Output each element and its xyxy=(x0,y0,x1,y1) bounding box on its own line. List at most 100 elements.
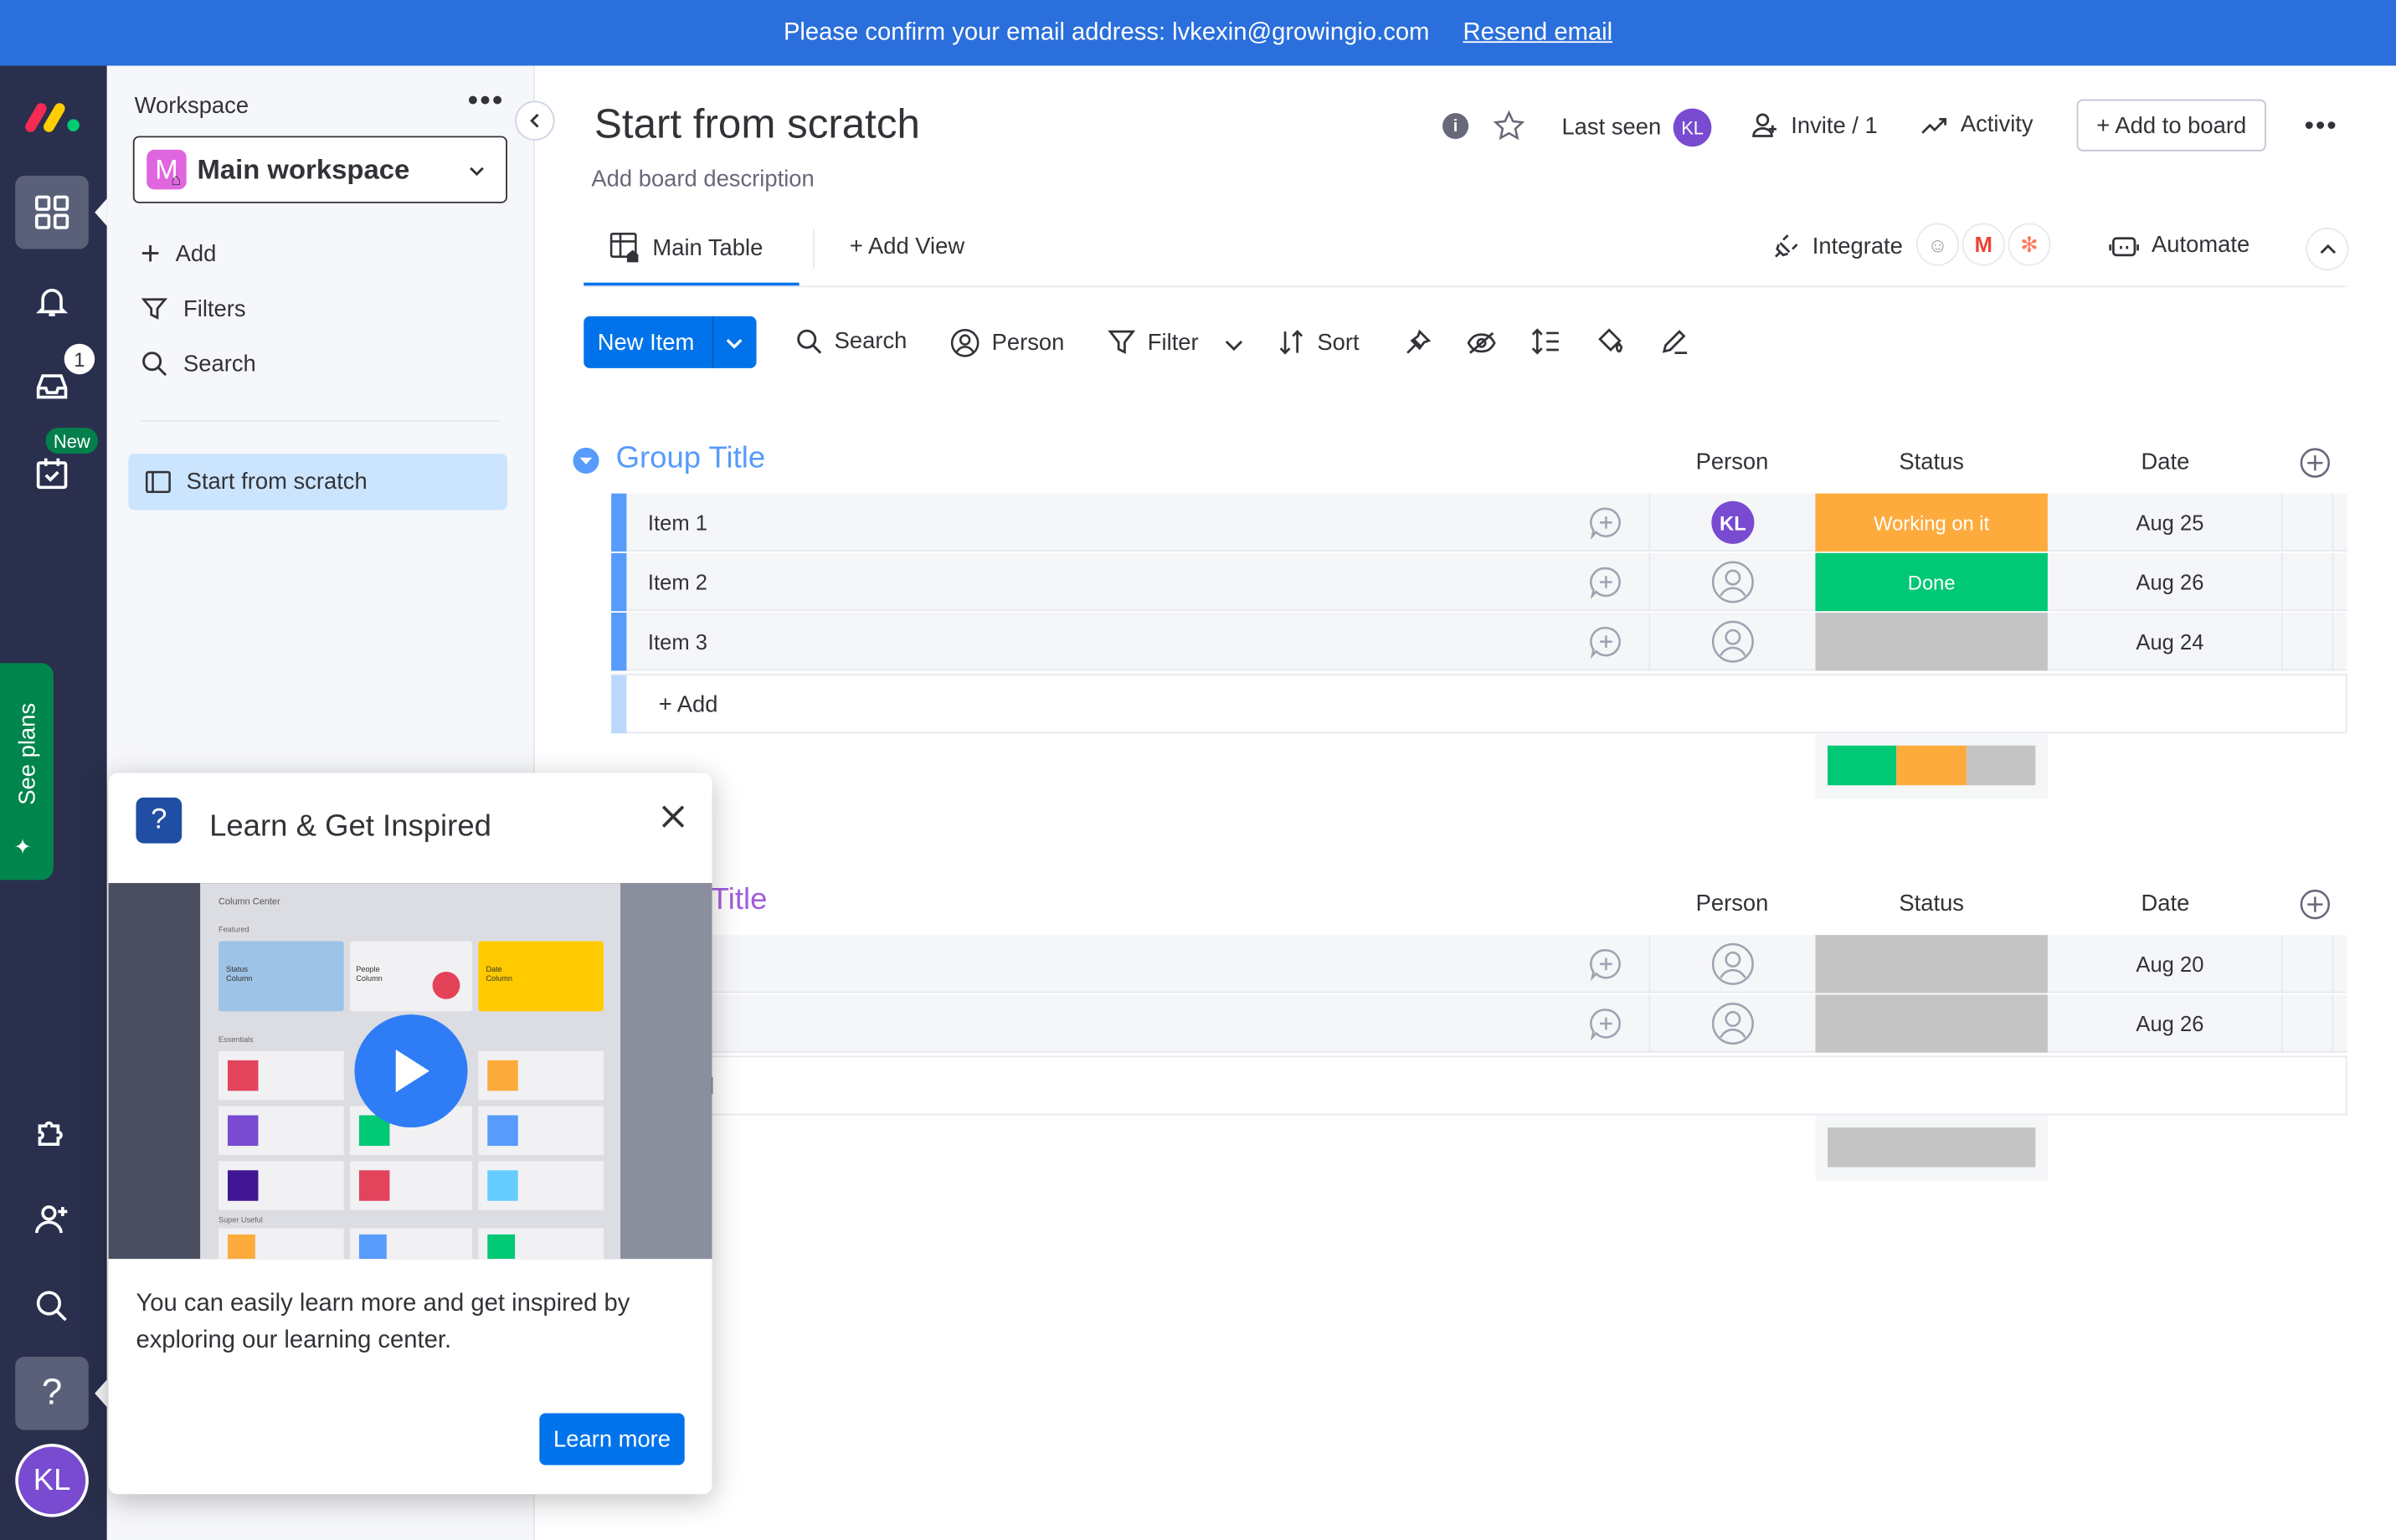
automate-button[interactable]: Automate xyxy=(2109,232,2249,258)
add-update-icon[interactable] xyxy=(1589,947,1622,981)
workspace-selector[interactable]: M ⌂ Main workspace xyxy=(132,136,507,203)
table-row[interactable]: Item 1 KL Working on it Aug 25 xyxy=(611,493,2347,552)
help-button[interactable]: ? xyxy=(15,1356,89,1430)
board-name: Start from scratch xyxy=(186,469,368,495)
integrate-button[interactable]: Integrate xyxy=(1771,232,1903,261)
video-thumbnail[interactable]: Column Center Featured Status Column Peo… xyxy=(108,883,712,1260)
date-cell[interactable]: Aug 24 xyxy=(2075,613,2265,670)
popup-title: Learn & Get Inspired xyxy=(209,809,491,844)
close-icon[interactable] xyxy=(661,803,686,829)
learn-popup: ? Learn & Get Inspired Column Center Fea… xyxy=(108,773,712,1495)
date-cell[interactable]: Aug 25 xyxy=(2075,494,2265,552)
filters-label: Filters xyxy=(183,295,246,322)
pencil-icon[interactable] xyxy=(1659,327,1689,357)
status-cell[interactable] xyxy=(1815,612,2048,671)
paint-bucket-icon[interactable] xyxy=(1596,327,1625,357)
status-cell[interactable] xyxy=(1815,994,2048,1053)
item-name[interactable]: Item 2 xyxy=(648,553,707,611)
toolbar-sort[interactable]: Sort xyxy=(1278,328,1360,356)
empty-person-icon[interactable] xyxy=(1711,942,1754,985)
group-collapse-icon[interactable] xyxy=(573,447,599,474)
tab-main-table[interactable]: Main Table xyxy=(609,232,763,263)
workspace-add-button[interactable]: + Add xyxy=(141,236,216,270)
date-cell[interactable]: Aug 26 xyxy=(2075,994,2265,1052)
status-cell[interactable] xyxy=(1815,935,2048,993)
inbox-button[interactable]: 1 xyxy=(15,343,95,424)
toolbar-search[interactable]: Search xyxy=(796,328,907,354)
new-badge: New xyxy=(45,428,98,454)
item-name[interactable]: Item 3 xyxy=(648,613,707,670)
status-cell[interactable]: Working on it xyxy=(1815,493,2048,552)
add-item-row[interactable]: d xyxy=(611,1055,2347,1116)
table-row[interactable]: Aug 20 xyxy=(611,935,2347,993)
column-header-status[interactable]: Status xyxy=(1815,891,2047,916)
table-row[interactable]: Item 2 Done Aug 26 xyxy=(611,552,2347,612)
status-summary-segment xyxy=(1966,745,2036,786)
board-more-icon[interactable]: ••• xyxy=(2305,110,2338,141)
row-height-icon[interactable] xyxy=(1531,327,1560,357)
status-cell[interactable]: Done xyxy=(1815,552,2048,612)
add-update-icon[interactable] xyxy=(1589,1007,1622,1041)
table-row[interactable]: Aug 26 xyxy=(611,994,2347,1053)
filter-chevron-down-icon[interactable] xyxy=(1224,336,1244,355)
status-summary-bar xyxy=(1828,745,2036,786)
board-description[interactable]: Add board description xyxy=(591,167,814,192)
date-cell[interactable]: Aug 20 xyxy=(2075,935,2265,993)
date-cell[interactable]: Aug 26 xyxy=(2075,553,2265,611)
video-featured: Featured xyxy=(219,926,249,936)
new-item-button[interactable]: New Item xyxy=(584,316,757,368)
add-update-icon[interactable] xyxy=(1589,506,1622,540)
item-name[interactable]: Item 1 xyxy=(648,494,707,552)
info-icon[interactable]: i xyxy=(1442,113,1469,140)
empty-person-icon[interactable] xyxy=(1711,1002,1754,1045)
column-header-date[interactable]: Date xyxy=(2075,449,2255,475)
toolbar-filter[interactable]: Filter xyxy=(1108,328,1199,356)
table-row[interactable]: Item 3 Aug 24 xyxy=(611,612,2347,671)
workspace-search-button[interactable]: Search xyxy=(141,350,256,377)
learn-more-button[interactable]: Learn more xyxy=(539,1413,685,1466)
column-header-person[interactable]: Person xyxy=(1650,891,1813,916)
add-update-icon[interactable] xyxy=(1589,565,1622,599)
video-people-column: People Column xyxy=(356,965,383,984)
see-plans-tab[interactable]: See plans ✦ xyxy=(0,663,54,880)
group-title-1[interactable]: Group Title xyxy=(616,442,766,477)
play-button[interactable] xyxy=(354,1014,468,1128)
column-header-person[interactable]: Person xyxy=(1650,449,1813,475)
column-header-status[interactable]: Status xyxy=(1815,449,2047,475)
collapse-sidebar-button[interactable] xyxy=(515,100,555,141)
empty-person-icon[interactable] xyxy=(1711,561,1754,603)
column-header-date[interactable]: Date xyxy=(2075,891,2255,916)
add-item-label[interactable]: + Add xyxy=(659,692,718,718)
workspace-filters-button[interactable]: Filters xyxy=(141,295,246,322)
collapse-header-button[interactable] xyxy=(2306,227,2349,271)
monday-logo[interactable] xyxy=(24,100,82,133)
last-seen-button[interactable]: Last seen KL xyxy=(1561,108,1712,147)
activity-button[interactable]: Activity xyxy=(1920,111,2034,137)
invite-members-button[interactable] xyxy=(15,1183,89,1256)
empty-person-icon[interactable] xyxy=(1711,620,1754,663)
my-work-grid-button[interactable] xyxy=(15,175,89,249)
eye-off-icon[interactable] xyxy=(1467,330,1496,356)
my-work-button[interactable]: New xyxy=(15,428,98,511)
workspace-more-icon[interactable]: ••• xyxy=(468,85,505,116)
toolbar-person[interactable]: Person xyxy=(950,328,1064,357)
invite-button[interactable]: Invite / 1 xyxy=(1751,111,1878,139)
workspace-name: Main workspace xyxy=(197,154,410,185)
add-update-icon[interactable] xyxy=(1589,625,1622,659)
apps-button[interactable] xyxy=(15,1096,89,1169)
person-avatar[interactable]: KL xyxy=(1711,501,1755,544)
search-everything-button[interactable] xyxy=(15,1270,89,1343)
tab-add-view[interactable]: + Add View xyxy=(850,234,964,259)
pin-icon[interactable] xyxy=(1404,328,1432,356)
star-icon[interactable] xyxy=(1493,110,1525,141)
add-column-icon[interactable] xyxy=(2300,889,2331,920)
add-item-row[interactable]: + Add xyxy=(611,674,2347,734)
add-to-board-button[interactable]: + Add to board xyxy=(2076,99,2266,151)
board-title[interactable]: Start from scratch xyxy=(594,100,920,148)
user-avatar[interactable]: KL xyxy=(15,1444,89,1517)
add-column-icon[interactable] xyxy=(2300,448,2331,479)
resend-email-link[interactable]: Resend email xyxy=(1463,19,1613,47)
notifications-button[interactable] xyxy=(15,264,89,338)
person-add-icon xyxy=(1752,113,1776,137)
sidebar-item-board[interactable]: Start from scratch xyxy=(128,454,507,511)
